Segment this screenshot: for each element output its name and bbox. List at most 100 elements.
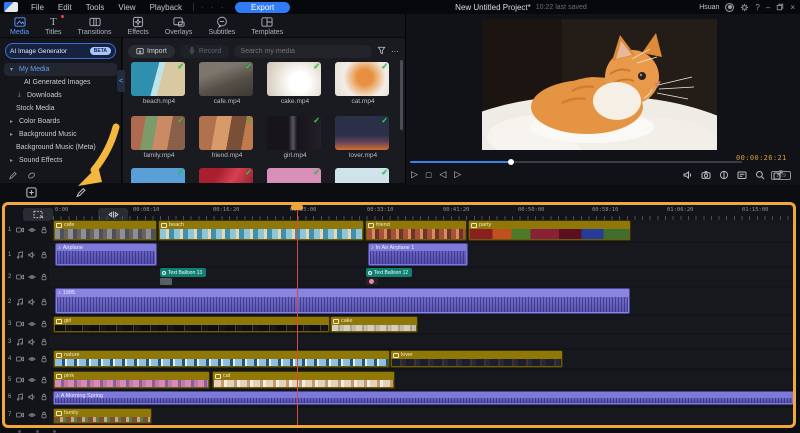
clip-pink[interactable]: pink: [53, 371, 210, 389]
clip-cafe[interactable]: cafe: [53, 220, 157, 241]
media-item[interactable]: ✓cat.mp4: [335, 62, 391, 105]
more-options-icon[interactable]: ⋯: [391, 47, 400, 56]
video-thumbnail[interactable]: ✓: [335, 168, 389, 183]
playhead-line[interactable]: [297, 205, 298, 425]
import-button[interactable]: Import: [128, 45, 175, 58]
ai-image-generator-button[interactable]: AI Image Generator BETA: [5, 43, 116, 59]
media-item[interactable]: ✓cafe.mp4: [199, 62, 255, 105]
tab-subtitles[interactable]: Subtitles: [202, 16, 241, 36]
search-input[interactable]: [240, 48, 366, 55]
track-header-v2[interactable]: 2: [8, 271, 50, 283]
speaker-icon[interactable]: [28, 393, 36, 401]
tab-transitions[interactable]: Transitions: [72, 16, 118, 36]
sidebar-item-downloads[interactable]: ⤓Downloads: [0, 89, 121, 102]
clip-girl[interactable]: girl: [53, 316, 330, 333]
media-item[interactable]: ✓: [267, 168, 323, 183]
track-header-v4[interactable]: 4: [8, 353, 50, 365]
tab-titles[interactable]: TTitles: [39, 16, 67, 36]
track-header-v3[interactable]: 3: [8, 318, 50, 330]
sidebar-item-background-music-meta[interactable]: Background Music (Meta): [0, 141, 121, 154]
clip-1985-audio[interactable]: ♪1985: [55, 288, 630, 314]
filter-funnel-icon[interactable]: [377, 42, 386, 60]
media-item[interactable]: ✓: [335, 168, 391, 183]
video-thumbnail[interactable]: ✓: [131, 62, 185, 96]
media-item[interactable]: ✓family.mp4: [131, 116, 187, 159]
settings-gear-icon[interactable]: [740, 3, 749, 12]
speaker-icon[interactable]: [28, 298, 36, 306]
video-thumbnail[interactable]: ✓: [335, 116, 389, 150]
media-item[interactable]: ✓: [131, 168, 187, 183]
user-name[interactable]: Hsuan: [699, 4, 719, 11]
video-thumbnail[interactable]: ✓: [199, 62, 253, 96]
record-button[interactable]: Record: [180, 45, 230, 58]
video-thumbnail[interactable]: ✓: [199, 116, 253, 150]
tab-effects[interactable]: Effects: [122, 16, 155, 36]
aspect-ratio-icon[interactable]: 16:9: [771, 171, 791, 180]
media-item[interactable]: ✓lover.mp4: [335, 116, 391, 159]
eye-icon[interactable]: [28, 376, 36, 384]
tab-templates[interactable]: Templates: [245, 16, 289, 36]
media-item[interactable]: ✓: [199, 168, 255, 183]
media-item[interactable]: ✓girl.mp4: [267, 116, 323, 159]
eye-icon[interactable]: [28, 226, 36, 234]
clip-in-air-airplane-audio[interactable]: ♪In Air Airplane 1: [368, 243, 468, 266]
draw-pen-icon[interactable]: [75, 185, 86, 203]
speaker-icon[interactable]: [28, 251, 36, 259]
link-icon[interactable]: [27, 171, 36, 180]
lock-icon[interactable]: [40, 411, 48, 419]
add-track-icon[interactable]: [26, 185, 37, 203]
lock-icon[interactable]: [40, 355, 48, 363]
track-header-v1[interactable]: 1: [8, 224, 50, 236]
next-frame-button[interactable]: ▷: [454, 169, 461, 180]
menu-tools[interactable]: Tools: [79, 3, 112, 12]
play-button[interactable]: ▷: [411, 169, 418, 180]
clip-friend[interactable]: friend: [365, 220, 467, 241]
help-icon[interactable]: ?: [755, 3, 759, 12]
eye-icon[interactable]: [28, 320, 36, 328]
clip-beach[interactable]: beach: [158, 220, 364, 241]
eye-icon[interactable]: [28, 355, 36, 363]
sidebar-item-sound-effects[interactable]: ▸Sound Effects: [0, 154, 121, 167]
lock-icon[interactable]: [40, 338, 48, 346]
stop-button[interactable]: □: [426, 170, 431, 180]
eye-icon[interactable]: [28, 411, 36, 419]
video-thumbnail[interactable]: ✓: [131, 168, 185, 183]
video-thumbnail[interactable]: ✓: [131, 116, 185, 150]
mute-icon[interactable]: [683, 170, 693, 180]
clip-text-balloon-12[interactable]: Text Balloon 12: [366, 268, 412, 285]
clip-airplane-audio[interactable]: ♪Airplane: [55, 243, 157, 266]
clip-text-balloon-13[interactable]: Text Balloon 13: [160, 268, 206, 285]
menu-edit[interactable]: Edit: [51, 3, 79, 12]
sidebar-item-background-music[interactable]: ▸Background Music: [0, 128, 121, 141]
track-header-a2[interactable]: 2: [8, 296, 50, 308]
clip-a-morning-spring-audio[interactable]: ♪A Morning Spring: [53, 391, 794, 405]
sidebar-item-stock-media[interactable]: Stock Media: [0, 102, 121, 115]
restore-icon[interactable]: [776, 3, 784, 11]
snapshot-camera-icon[interactable]: [701, 170, 711, 180]
media-item[interactable]: ✓beach.mp4: [131, 62, 187, 105]
track-header-a1[interactable]: 1: [8, 249, 50, 261]
scrollbar[interactable]: [400, 60, 403, 130]
lock-icon[interactable]: [40, 251, 48, 259]
seek-handle[interactable]: [508, 159, 514, 165]
clip-cake[interactable]: cake: [330, 316, 418, 333]
video-thumbnail[interactable]: ✓: [335, 62, 389, 96]
track-header-v7[interactable]: 7: [8, 409, 50, 421]
clip-cat[interactable]: cat: [212, 371, 395, 389]
clip-family[interactable]: family: [53, 408, 152, 424]
eye-icon[interactable]: [28, 273, 36, 281]
track-header-a6[interactable]: 6: [8, 391, 50, 403]
close-icon[interactable]: ×: [790, 3, 795, 12]
playhead-handle[interactable]: [291, 205, 303, 210]
menu-playback[interactable]: Playback: [143, 3, 189, 12]
pen-icon[interactable]: [8, 171, 17, 180]
lock-icon[interactable]: [40, 393, 48, 401]
media-item[interactable]: ✓friend.mp4: [199, 116, 255, 159]
video-thumbnail[interactable]: ✓: [199, 168, 253, 183]
clip-lover[interactable]: lover: [390, 350, 563, 368]
menu-view[interactable]: View: [111, 3, 142, 12]
menu-file[interactable]: File: [24, 3, 51, 12]
track-header-v5[interactable]: 5: [8, 374, 50, 386]
media-item[interactable]: ✓cake.mp4: [267, 62, 323, 105]
sidebar-collapse-handle[interactable]: <: [117, 70, 125, 92]
